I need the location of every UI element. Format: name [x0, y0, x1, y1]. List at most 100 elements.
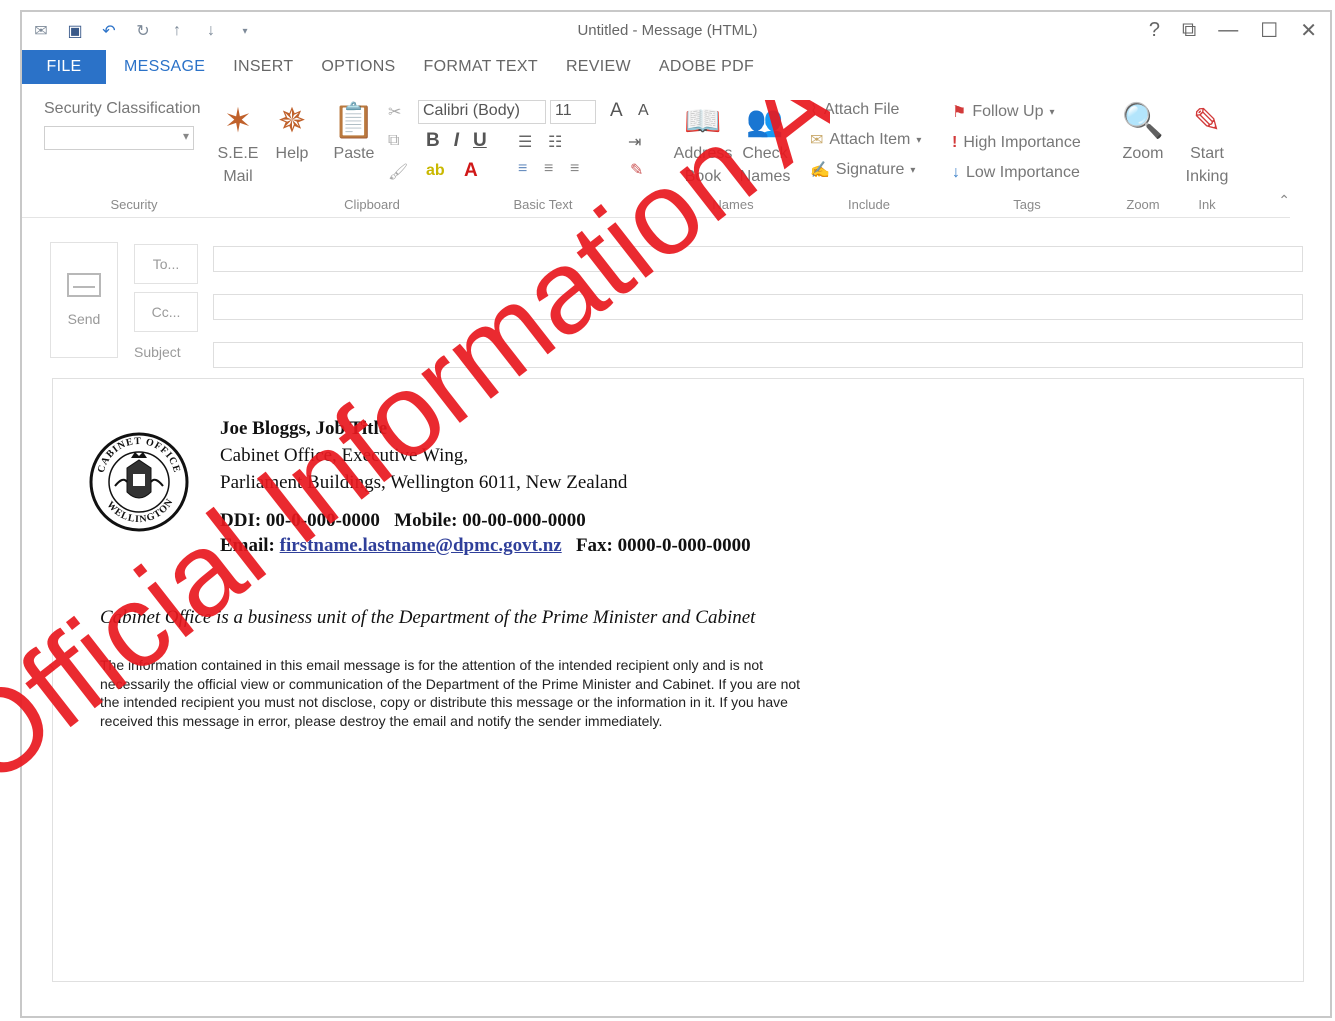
security-classification-label: Security Classification [44, 100, 201, 117]
include-group: ⌇ Attach File ✉ Attach Item ▾ ✍ Signatur… [804, 88, 934, 218]
see-mail-icon: ✶ [223, 101, 253, 140]
cut-icon[interactable]: ✂ [388, 102, 401, 122]
ink-group: ✎ Start Inking Ink [1178, 88, 1236, 218]
grow-font-icon[interactable]: A [610, 100, 623, 122]
start-inking-label: Start Inking [1185, 145, 1229, 185]
basic-text-group-label: Basic Text [513, 197, 573, 212]
tab-format-text[interactable]: FORMAT TEXT [410, 50, 552, 84]
paste-button[interactable]: 📋 Paste [330, 100, 378, 165]
flag-icon: ⚑ [952, 104, 967, 121]
font-size-select[interactable]: 11 [550, 100, 596, 124]
low-importance-label: Low Importance [966, 164, 1080, 181]
underline-button[interactable]: U [473, 130, 487, 152]
names-group: 📖 Address Book 👥 Check Names Names [668, 88, 798, 218]
mobile-value: 00-00-000-0000 [462, 510, 586, 531]
ribbon-display-icon[interactable]: ⧉ [1182, 19, 1196, 42]
italic-button[interactable]: I [454, 130, 459, 152]
attach-item-icon: ✉ [810, 132, 824, 149]
email-signature: Joe Bloggs, Job Title Cabinet Office, Ex… [220, 415, 751, 558]
align-center-icon[interactable]: ≡ [544, 160, 553, 178]
attach-file-label: Attach File [823, 101, 900, 118]
fax-label: Fax: [575, 535, 613, 556]
close-icon[interactable]: ✕ [1300, 18, 1317, 43]
cc-button[interactable]: Cc... [134, 292, 198, 332]
tab-message[interactable]: MESSAGE [110, 50, 219, 84]
align-left-icon[interactable]: ≡ [518, 160, 527, 178]
clear-format-icon[interactable]: ✎ [630, 160, 643, 180]
copy-icon[interactable]: ⧉ [388, 132, 399, 150]
bullets-icon[interactable]: ☰ [518, 132, 532, 152]
send-envelope-icon [67, 273, 101, 297]
attach-file-button[interactable]: ⌇ Attach File [810, 100, 899, 120]
email-label: Email: [220, 535, 275, 556]
email-link[interactable]: firstname.lastname@dpmc.govt.nz [280, 535, 562, 556]
send-button[interactable]: Send [50, 242, 118, 358]
check-names-label: Check Names [739, 145, 791, 185]
cc-field[interactable] [213, 294, 1303, 320]
shrink-font-icon[interactable]: A [638, 102, 649, 120]
align-right-icon[interactable]: ≡ [570, 160, 579, 178]
font-color-icon[interactable]: A [464, 160, 478, 182]
low-importance-button[interactable]: ↓ Low Importance [952, 164, 1080, 182]
check-names-button[interactable]: 👥 Check Names [738, 100, 792, 188]
indent-icon[interactable]: ⇥ [628, 132, 641, 152]
tab-insert[interactable]: INSERT [219, 50, 307, 84]
help-star-icon: ✵ [277, 101, 307, 140]
ink-group-label: Ink [1198, 197, 1216, 212]
to-button[interactable]: To... [134, 244, 198, 284]
tab-file[interactable]: FILE [22, 50, 106, 84]
send-label: Send [67, 311, 101, 327]
help-button[interactable]: ✵ Help [268, 100, 316, 165]
minimize-icon[interactable]: — [1218, 19, 1238, 42]
follow-up-button[interactable]: ⚑ Follow Up ▾ [952, 102, 1055, 122]
tags-group-label: Tags [1013, 197, 1041, 212]
signature-contact: DDI: 00-0-000-0000 Mobile: 00-00-000-000… [220, 508, 751, 558]
help-icon[interactable]: ? [1149, 19, 1160, 42]
security-classification-select[interactable] [44, 126, 194, 150]
clipboard-icon: 📋 [332, 101, 376, 140]
address-book-button[interactable]: 📖 Address Book [670, 100, 736, 188]
subject-field[interactable] [213, 342, 1303, 368]
font-name-select[interactable]: Calibri (Body) [418, 100, 546, 124]
chevron-down-icon: ▾ [1049, 106, 1055, 118]
paperclip-icon: ⌇ [810, 102, 818, 119]
highlight-icon[interactable]: ab [426, 162, 445, 180]
zoom-label: Zoom [1122, 145, 1164, 162]
maximize-icon[interactable]: ☐ [1260, 18, 1278, 43]
to-field[interactable] [213, 246, 1303, 272]
fax-value: 0000-0-000-0000 [617, 535, 751, 556]
tags-group: ⚑ Follow Up ▾ ! High Importance ↓ Low Im… [944, 88, 1110, 218]
bold-button[interactable]: B [426, 130, 440, 152]
numbering-icon[interactable]: ☷ [548, 132, 562, 152]
tab-adobe-pdf[interactable]: ADOBE PDF [645, 50, 768, 84]
see-mail-button[interactable]: ✶ S.E.E Mail [214, 100, 262, 188]
cabinet-office-seal: CABINET OFFICE WELLINGTON [89, 432, 189, 532]
see-mail-label: S.E.E Mail [217, 145, 259, 185]
zoom-button[interactable]: 🔍 Zoom [1118, 100, 1168, 165]
attach-item-label: Attach Item [829, 131, 911, 148]
chevron-down-icon: ▾ [916, 134, 922, 146]
check-names-icon: 👥 [746, 104, 784, 138]
email-disclaimer: The information contained in this email … [100, 657, 801, 729]
subject-label: Subject [134, 344, 181, 360]
magnifier-icon: 🔍 [1121, 101, 1165, 140]
signature-button[interactable]: ✍ Signature ▾ [810, 160, 915, 180]
zoom-group: 🔍 Zoom Zoom [1112, 88, 1174, 218]
format-painter-icon[interactable]: 🖌 [388, 162, 408, 182]
address-book-icon: 📖 [684, 104, 722, 138]
signature-address-line1: Cabinet Office, Executive Wing, [220, 445, 469, 466]
business-unit-statement: Cabinet Office is a business unit of the… [100, 607, 756, 628]
signature-label: Signature [835, 161, 905, 178]
security-group: Security Classification Security [44, 88, 224, 218]
window-title: Untitled - Message (HTML) [577, 22, 758, 39]
exclamation-icon: ! [952, 134, 958, 151]
high-importance-button[interactable]: ! High Importance [952, 134, 1081, 152]
tab-options[interactable]: OPTIONS [307, 50, 409, 84]
tab-review[interactable]: REVIEW [552, 50, 645, 84]
attach-item-button[interactable]: ✉ Attach Item ▾ [810, 130, 921, 150]
start-inking-button[interactable]: ✎ Start Inking [1182, 100, 1232, 188]
paste-label: Paste [333, 145, 375, 162]
collapse-ribbon-icon[interactable]: ⌃ [1278, 192, 1290, 209]
zoom-group-label: Zoom [1126, 197, 1160, 212]
mobile-label: Mobile: [394, 510, 458, 531]
